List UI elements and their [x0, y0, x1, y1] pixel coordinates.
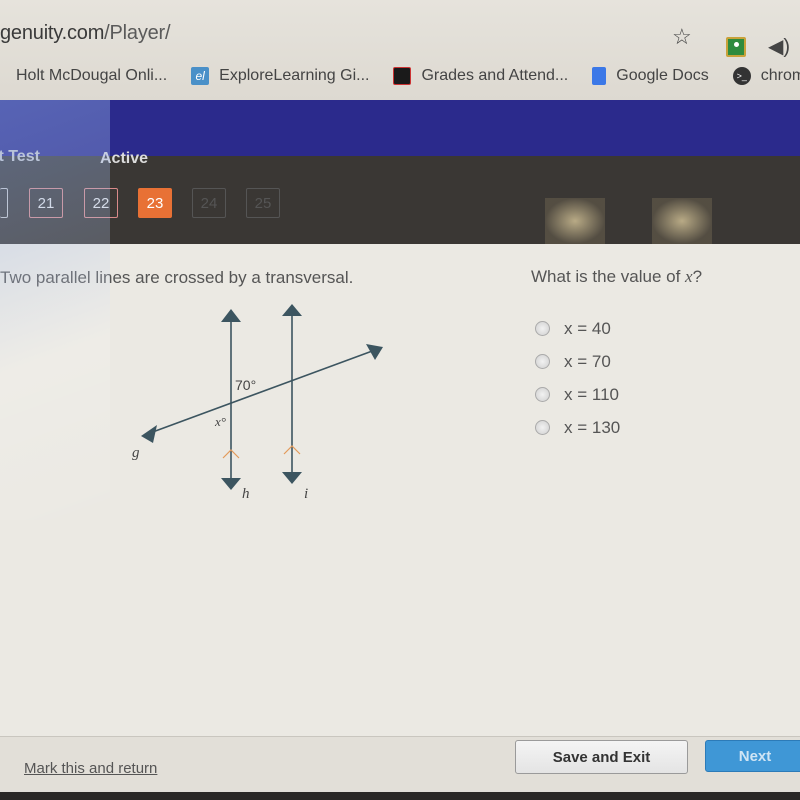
answer-option[interactable]: x = 70 — [535, 345, 620, 378]
mark-and-return-link[interactable]: Mark this and return — [24, 760, 157, 777]
answer-option[interactable]: x = 110 — [535, 378, 620, 411]
address-bar[interactable]: genuity.com/Player/ ☆ ◀) — [0, 14, 800, 58]
line-h-arrow-up — [221, 309, 241, 322]
speaker-icon[interactable]: ◀) — [768, 34, 790, 59]
bookmark-star-icon[interactable]: ☆ — [672, 24, 692, 50]
angle-x-label: x° — [214, 414, 226, 429]
bookmarks-bar: Holt McDougal Onli... el ExploreLearning… — [0, 62, 800, 90]
question-20-partial[interactable] — [0, 188, 8, 218]
bookmark-explorelearning[interactable]: el ExploreLearning Gi... — [191, 67, 369, 85]
radio-button[interactable] — [535, 387, 550, 402]
question-23[interactable]: 23 — [138, 188, 172, 218]
next-button[interactable]: Next — [705, 740, 800, 772]
url-text[interactable]: genuity.com/Player/ — [0, 22, 171, 45]
question-21[interactable]: 21 — [29, 188, 63, 218]
chrome-terminal-icon: >_ — [732, 67, 751, 85]
app-header — [0, 100, 800, 156]
answer-options: x = 40 x = 70 x = 110 x = 130 — [535, 312, 620, 444]
answer-option[interactable]: x = 40 — [535, 312, 620, 345]
question-text: What is the value of x? — [531, 267, 703, 286]
problem-prompt: Two parallel lines are crossed by a tran… — [0, 268, 354, 287]
line-i-arrow-up — [282, 304, 302, 316]
bookmark-grades[interactable]: Grades and Attend... — [393, 67, 568, 85]
test-title: it Test — [0, 148, 40, 165]
screen-bezel — [0, 792, 800, 800]
google-classroom-icon[interactable] — [726, 37, 746, 57]
transversal-arrow-left — [141, 425, 157, 443]
radio-button[interactable] — [535, 354, 550, 369]
parallel-lines-diagram: 70° x° g h i — [132, 304, 383, 502]
bookmark-google-docs[interactable]: Google Docs — [592, 67, 709, 85]
transversal-g — [149, 349, 376, 434]
answer-option[interactable]: x = 130 — [535, 411, 620, 444]
save-and-exit-button[interactable]: Save and Exit — [515, 740, 688, 774]
line-g-label: g — [132, 445, 140, 461]
angle-70-label: 70° — [235, 377, 256, 393]
line-h-label: h — [242, 486, 250, 502]
line-i-arrow-down — [282, 472, 302, 484]
screen-reflection — [652, 198, 712, 244]
bookmark-chrome[interactable]: >_ chrome — [732, 67, 800, 85]
question-22[interactable]: 22 — [84, 188, 118, 218]
line-h-arrow-down — [221, 478, 241, 490]
radio-button[interactable] — [535, 321, 550, 336]
radio-button[interactable] — [535, 420, 550, 435]
screen-reflection — [545, 198, 605, 244]
powerschool-icon — [393, 67, 412, 85]
line-i-label: i — [304, 486, 308, 502]
test-status: Active — [100, 150, 149, 167]
explorelearning-icon: el — [191, 67, 210, 85]
question-25[interactable]: 25 — [246, 188, 280, 218]
bookmark-holt[interactable]: Holt McDougal Onli... — [16, 67, 167, 85]
question-24[interactable]: 24 — [192, 188, 226, 218]
google-docs-icon — [592, 67, 607, 85]
